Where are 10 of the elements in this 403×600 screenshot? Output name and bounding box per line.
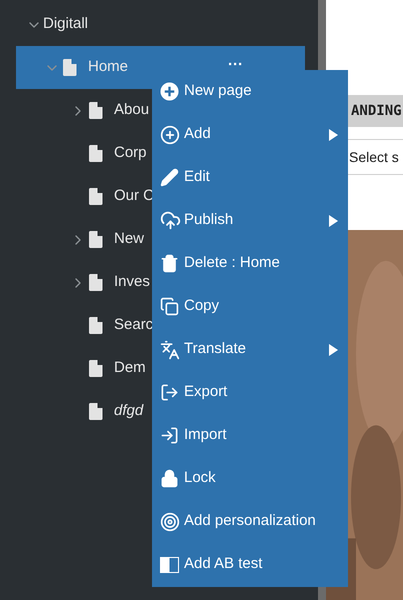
tree-item-label: Abou — [114, 100, 150, 120]
section-title: ANDING — [351, 102, 402, 120]
tree-item-label: dfgd — [114, 401, 144, 422]
tree-item-label: Corp — [114, 143, 147, 164]
tree-item-label: Dem — [114, 358, 146, 378]
tree-item-label: Digitall — [43, 14, 88, 34]
tree-item-label: New — [114, 229, 144, 250]
tree-item-label: Searc — [114, 315, 154, 336]
tree-item-label: Home — [88, 57, 128, 78]
tree-item-label: Inves — [114, 272, 150, 292]
